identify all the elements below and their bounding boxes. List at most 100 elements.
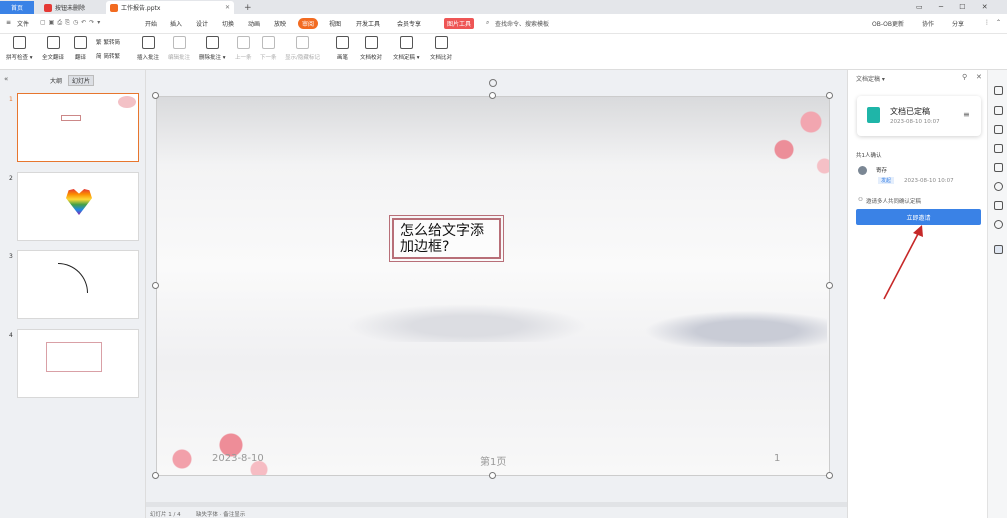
compare-label: 文档比对 [430, 55, 453, 61]
resize-handle[interactable] [489, 472, 496, 479]
document-check-icon [867, 107, 880, 123]
resize-handle[interactable] [826, 282, 833, 289]
translate-button[interactable]: 翻译 [74, 36, 87, 61]
show-hide-markup-button[interactable]: 显示/隐藏标记 [285, 36, 320, 61]
finalize-panel: 文档定稿 ▾ ⚲ ✕ 文档已定稿 2023-08-10 10:07 ≡ 共1人确… [847, 70, 987, 518]
mountain-mist [627, 307, 827, 347]
style-icon[interactable] [994, 86, 1003, 95]
resize-handle[interactable] [152, 92, 159, 99]
menu-insert[interactable]: 插入 [170, 19, 182, 28]
resize-handle[interactable] [826, 472, 833, 479]
menu-file[interactable]: 文件 [17, 19, 29, 28]
command-search[interactable]: 查找命令、搜索模板 [495, 19, 549, 28]
next-comment-button[interactable]: 下一条 [260, 36, 277, 61]
compare-button[interactable]: 文档比对 [430, 36, 452, 61]
edit-comment-button[interactable]: 编辑批注 [168, 36, 190, 61]
thumb-table [46, 342, 102, 372]
menu-member[interactable]: 会员专享 [397, 19, 421, 28]
frame-icon[interactable] [994, 201, 1003, 210]
collapse-ribbon-icon[interactable]: ⌃ [996, 19, 1001, 26]
slide-1[interactable]: 怎么给文字添加边框? 2023-8-10 第1页 1 [156, 96, 830, 476]
settings-sliders-icon[interactable] [994, 106, 1003, 115]
finalize-button[interactable]: 文档定稿 ▾ [393, 36, 420, 61]
user-name: 寄存 [876, 168, 888, 174]
previous-label: 上一条 [235, 55, 252, 61]
simp-to-trad-button[interactable]: 简简转繁 [96, 52, 120, 60]
menu-review[interactable]: 审阅 [298, 18, 319, 29]
menu-design[interactable]: 设计 [196, 19, 208, 28]
horizontal-scrollbar[interactable] [146, 502, 847, 507]
tab-pdf-document[interactable]: 按钮未删除 [40, 1, 100, 14]
new-tab-button[interactable]: + [240, 1, 256, 14]
menu-start[interactable]: 开始 [145, 19, 157, 28]
location-icon[interactable] [994, 182, 1003, 191]
convert2-icon: 简 [96, 54, 102, 60]
status-bar: 幻灯片 1 / 4 缺失字体 · 备注显示 [146, 508, 847, 518]
share-button[interactable]: 分享 [952, 19, 964, 28]
collaborate-button[interactable]: 协作 [922, 19, 934, 28]
slide-thumbnail-2[interactable] [17, 172, 139, 241]
pdf-icon [44, 3, 52, 12]
translate-label: 翻译 [74, 55, 86, 61]
copy-icon[interactable] [994, 144, 1003, 153]
spell-check-label: 拼写检查 ▾ [6, 55, 33, 61]
window-controls[interactable]: ▭ ─ ☐ ✕ [916, 3, 995, 11]
menu-picture-tools[interactable]: 图片工具 [444, 18, 475, 29]
help-icon[interactable] [994, 220, 1003, 229]
tab-outline[interactable]: 大纲 [50, 76, 62, 85]
finalized-card: 文档已定稿 2023-08-10 10:07 ≡ [857, 96, 981, 136]
trad-to-simp-label: 繁转简 [103, 40, 121, 46]
resize-handle[interactable] [152, 282, 159, 289]
resize-handle[interactable] [489, 92, 496, 99]
slide-page-label: 第1页 [480, 457, 507, 468]
delete-comment-label: 删除批注 ▾ [199, 55, 226, 61]
compare-icon [434, 36, 448, 49]
menu-icon[interactable]: ≡ [6, 19, 11, 26]
card-menu-icon[interactable]: ≡ [963, 110, 970, 119]
side-tool-strip [987, 70, 1007, 518]
update-button[interactable]: OB-OB更新 [872, 19, 904, 28]
tab-home[interactable]: 首页 [0, 1, 34, 14]
panel-resize-edge[interactable] [848, 70, 854, 518]
tab-close-icon[interactable]: ✕ [225, 4, 230, 11]
full-translate-button[interactable]: 全文翻译 [42, 36, 64, 61]
trad-to-simp-button[interactable]: 繁繁转简 [96, 38, 120, 46]
menu-transition[interactable]: 切换 [222, 19, 234, 28]
proofread-button[interactable]: 文档校对 [360, 36, 382, 61]
tab-ppt-document[interactable]: 工作报告.pptx ✕ [106, 1, 234, 14]
menu-view[interactable]: 视图 [329, 19, 341, 28]
next-label: 下一条 [260, 55, 277, 61]
slide-thumbnail-panel: « 大纲 幻灯片 1 2 3 4 [0, 70, 146, 518]
slide-thumbnail-1[interactable] [17, 93, 139, 162]
delete-comment-button[interactable]: 删除批注 ▾ [199, 36, 226, 61]
slide-thumbnail-4[interactable] [17, 329, 139, 398]
title-bar: 首页 按钮未删除 工作报告.pptx ✕ + ▭ ─ ☐ ✕ [0, 0, 1007, 14]
quick-access-icons[interactable]: ▢▣⎙⎘◷↶↷▾ [40, 19, 103, 27]
image-icon[interactable] [994, 163, 1003, 172]
shape-icon[interactable] [994, 125, 1003, 134]
pin-icon[interactable]: ⚲ [962, 73, 967, 81]
menu-developer[interactable]: 开发工具 [356, 19, 380, 28]
info-icon: ⚇ [858, 197, 863, 203]
resize-handle[interactable] [152, 472, 159, 479]
menu-slideshow[interactable]: 放映 [274, 19, 286, 28]
finalize-panel-icon[interactable] [994, 245, 1003, 254]
resize-handle[interactable] [826, 92, 833, 99]
pen-button[interactable]: 画笔 [336, 36, 349, 61]
more-icon[interactable]: ⋮ [984, 19, 990, 26]
spell-check-button[interactable]: 拼写检查 ▾ [6, 36, 33, 61]
collapse-panel-icon[interactable]: « [4, 75, 8, 83]
slide-textbox[interactable]: 怎么给文字添加边框? [389, 215, 504, 262]
convert-icon: 繁 [96, 40, 102, 46]
menu-bar: ≡ 文件 ▢▣⎙⎘◷↶↷▾ 开始 插入 设计 切换 动画 放映 审阅 视图 开发… [0, 14, 1007, 34]
slide-thumbnail-3[interactable] [17, 250, 139, 319]
close-icon[interactable]: ✕ [976, 73, 982, 81]
previous-comment-button[interactable]: 上一条 [235, 36, 252, 61]
tab-slides[interactable]: 幻灯片 [68, 75, 95, 86]
rainbow-heart-image [66, 189, 92, 215]
edit-comment-label: 编辑批注 [168, 55, 191, 61]
menu-animation[interactable]: 动画 [248, 19, 260, 28]
insert-comment-button[interactable]: 插入批注 [137, 36, 159, 61]
rotate-handle-icon[interactable] [489, 79, 497, 87]
panel-title[interactable]: 文档定稿 ▾ [856, 74, 885, 83]
